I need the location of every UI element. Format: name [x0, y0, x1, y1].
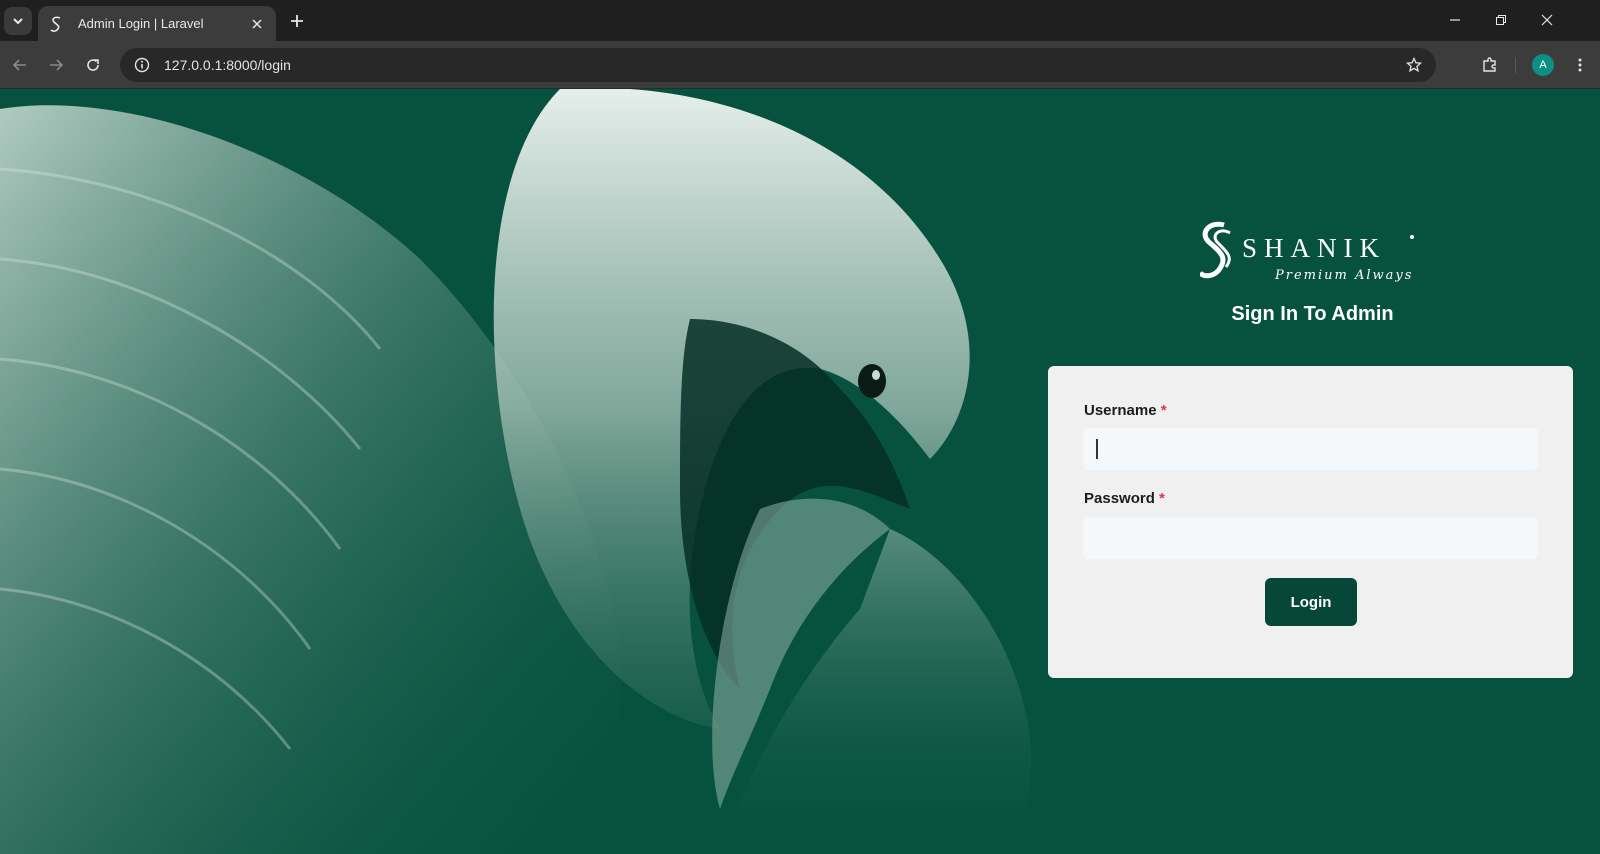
- browser-menu-button[interactable]: [1568, 53, 1592, 77]
- address-bar[interactable]: 127.0.0.1:8000/login: [120, 48, 1436, 82]
- more-vertical-icon: [1578, 58, 1582, 72]
- required-mark: *: [1160, 402, 1167, 419]
- required-mark: *: [1159, 490, 1165, 507]
- forward-button[interactable]: [44, 53, 68, 77]
- username-label-text: Username: [1084, 402, 1157, 419]
- username-label: Username *: [1084, 402, 1167, 419]
- browser-toolbar: 127.0.0.1:8000/login A: [0, 41, 1600, 89]
- browser-tab[interactable]: Admin Login | Laravel: [38, 6, 276, 41]
- text-cursor: [1096, 439, 1098, 459]
- restore-icon: [1496, 15, 1506, 25]
- login-form: Username * Password * Login: [1048, 366, 1573, 678]
- close-icon[interactable]: [248, 15, 266, 33]
- restore-button[interactable]: [1487, 8, 1515, 32]
- minimize-button[interactable]: [1441, 8, 1469, 32]
- swan-background-image: [0, 89, 1031, 854]
- bookmark-star-icon[interactable]: [1404, 55, 1424, 75]
- tab-title: Admin Login | Laravel: [78, 16, 204, 31]
- tab-search-button[interactable]: [4, 7, 32, 35]
- browser-tab-bar: Admin Login | Laravel: [0, 0, 1600, 41]
- site-info-icon[interactable]: [132, 55, 152, 75]
- close-icon: [1541, 14, 1553, 26]
- puzzle-icon: [1483, 57, 1496, 72]
- password-input[interactable]: [1082, 516, 1539, 560]
- profile-avatar[interactable]: A: [1532, 54, 1554, 76]
- back-button[interactable]: [8, 53, 32, 77]
- reload-icon: [87, 59, 99, 71]
- reload-button[interactable]: [81, 53, 105, 77]
- password-label: Password *: [1084, 490, 1165, 507]
- username-input[interactable]: [1082, 427, 1539, 471]
- brand-tagline: Premium Always: [1274, 268, 1413, 283]
- plus-icon: [291, 15, 303, 27]
- arrow-left-icon: [12, 59, 26, 71]
- password-label-text: Password: [1084, 490, 1155, 507]
- minimize-icon: [1450, 19, 1460, 21]
- login-button[interactable]: Login: [1265, 578, 1357, 626]
- page-title: Sign In To Admin: [1231, 303, 1394, 325]
- close-window-button[interactable]: [1533, 8, 1561, 32]
- extensions-button[interactable]: [1478, 53, 1502, 77]
- toolbar-separator: [1515, 57, 1516, 73]
- shanik-favicon-icon: [48, 16, 64, 32]
- login-page: SHANIK Premium Always Sign In To Admin U…: [0, 89, 1600, 854]
- shanik-logo-icon: SHANIK Premium Always: [1198, 221, 1414, 283]
- brand-name: SHANIK: [1242, 233, 1386, 263]
- new-tab-button[interactable]: [286, 10, 308, 32]
- url-text[interactable]: 127.0.0.1:8000/login: [164, 57, 1404, 73]
- chevron-down-icon: [13, 18, 23, 25]
- arrow-right-icon: [50, 59, 64, 71]
- brand-logo: SHANIK Premium Always: [1198, 219, 1430, 289]
